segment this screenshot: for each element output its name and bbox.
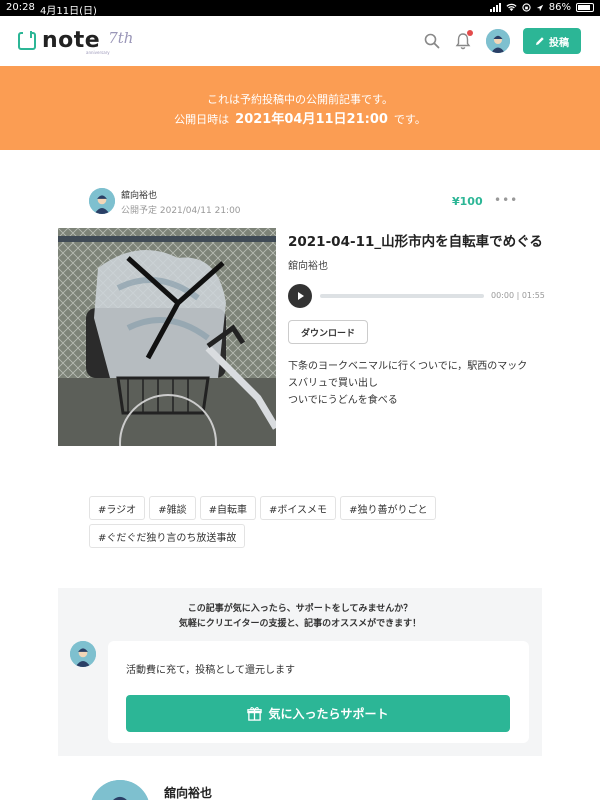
wifi-icon: [506, 3, 517, 12]
banner-line-1: これは予約投稿中の公開前記事です。: [207, 93, 393, 106]
avatar-illustration-icon: [70, 641, 96, 667]
author-avatar[interactable]: [89, 188, 115, 214]
location-arrow-icon: [536, 4, 543, 11]
battery-percent: 86%: [548, 2, 571, 13]
support-author-avatar[interactable]: [70, 641, 96, 667]
user-avatar[interactable]: [486, 29, 510, 53]
audio-seek-bar[interactable]: [320, 294, 484, 298]
support-card: 活動費に充て，投稿として還元します 気に入ったらサポート: [108, 641, 529, 743]
description-line: ついでにうどんを食べる: [288, 395, 398, 406]
notification-dot: [467, 30, 473, 36]
search-icon[interactable]: [424, 33, 440, 49]
hashtag[interactable]: #ぐだぐだ独り言のち放送事故: [89, 524, 246, 548]
hashtag[interactable]: #自転車: [199, 496, 256, 520]
battery-icon: [576, 3, 594, 12]
audio-time: 00:00 | 01:55: [491, 291, 545, 300]
footer-author-name[interactable]: 舘向裕也: [164, 784, 212, 800]
hashtag[interactable]: #ボイスメモ: [259, 496, 337, 520]
avatar-illustration-icon: [486, 29, 510, 53]
anniversary-subtext: anniversary: [86, 50, 110, 55]
status-bar: 20:28 4月11日(日) 86%: [0, 0, 600, 17]
article-author[interactable]: 舘向裕也: [288, 257, 328, 272]
rotation-lock-icon: [522, 3, 531, 12]
author-name[interactable]: 舘向裕也: [121, 188, 157, 201]
banner-prefix: 公開日時は: [174, 113, 230, 126]
post-button[interactable]: 投稿: [523, 28, 581, 54]
banner-datetime: 2021年04月11日21:00: [235, 112, 388, 127]
download-button[interactable]: ダウンロード: [288, 320, 368, 344]
note-logo[interactable]: note 7th: [18, 28, 133, 53]
price-label: ¥100: [452, 195, 483, 208]
anniversary-badge: 7th: [108, 28, 134, 47]
cellular-signal-icon: [489, 3, 501, 12]
support-button-label: 気に入ったらサポート: [268, 707, 389, 721]
hashtag[interactable]: #雑談: [149, 496, 196, 520]
support-message: 活動費に充て，投稿として還元します: [126, 665, 295, 676]
article-description: 下条のヨークベニマルに行くついでに，駅西のマック スバリュで買い出し ついでにう…: [288, 358, 550, 409]
article-title[interactable]: 2021-04-11_山形市内を自転車でめぐる: [288, 230, 543, 250]
hashtag[interactable]: #ラジオ: [89, 496, 146, 520]
gift-icon: [247, 707, 263, 721]
avatar-illustration-icon: [90, 780, 150, 800]
description-line: 下条のヨークベニマルに行くついでに，駅西のマック: [288, 361, 528, 372]
post-button-label: 投稿: [549, 37, 569, 49]
status-indicators: 86%: [489, 2, 594, 13]
site-header: note 7th anniversary 投稿: [0, 16, 600, 66]
support-button[interactable]: 気に入ったらサポート: [126, 695, 510, 732]
status-date: 4月11日(日): [40, 6, 97, 17]
audio-play-button[interactable]: [288, 284, 312, 308]
footer-author-avatar[interactable]: [90, 780, 150, 800]
more-options-icon[interactable]: •••: [494, 193, 518, 207]
support-heading-2: 気軽にクリエイターの支援と、記事のオススメができます！: [178, 619, 422, 629]
bicycle-basket-photo: [58, 228, 276, 446]
article-thumbnail: [58, 228, 276, 446]
hashtag-list: #ラジオ #雑談 #自転車 #ボイスメモ #独り善がりごと #ぐだぐだ独り言のち…: [89, 496, 489, 548]
scheduled-post-banner: これは予約投稿中の公開前記事です。 公開日時は 2021年04月11日21:00 で…: [0, 66, 600, 150]
hashtag[interactable]: #独り善がりごと: [340, 496, 437, 520]
note-logo-icon: [18, 31, 36, 50]
support-section: この記事が気に入ったら、サポートをしてみませんか？ 気軽にクリエイターの支援と、…: [58, 588, 542, 756]
status-time: 20:28: [6, 2, 35, 13]
support-heading-1: この記事が気に入ったら、サポートをしてみませんか？: [187, 604, 413, 614]
description-line: スバリュで買い出し: [288, 378, 378, 389]
banner-suffix: です。: [393, 113, 426, 126]
pencil-icon: [536, 37, 544, 45]
avatar-illustration-icon: [89, 188, 115, 214]
banner-line-2: 公開日時は 2021年04月11日21:00 です。: [0, 108, 600, 127]
scheduled-date: 公開予定 2021/04/11 21:00: [121, 206, 241, 216]
